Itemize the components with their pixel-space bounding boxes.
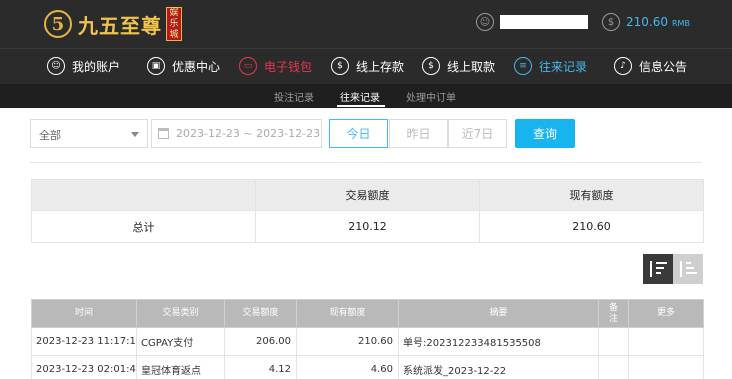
summary-table: 交易额度 现有额度 总计 210.12 210.60 <box>31 179 704 243</box>
balance-currency: RMB <box>672 18 690 28</box>
tab-bet-records[interactable]: 投注记录 <box>274 89 314 104</box>
user-circle-icon: ☺ <box>476 13 494 31</box>
records-icon: ≡ <box>514 57 532 75</box>
summary-header-row: 交易额度 现有额度 <box>31 179 704 211</box>
cell-type: CGPAY支付 <box>136 327 225 356</box>
nav-label: 线上取款 <box>447 59 496 74</box>
summary-current-balance: 210.60 <box>479 210 704 243</box>
today-button[interactable]: 今日 <box>329 119 388 148</box>
cell-balance: 4.60 <box>296 355 399 379</box>
nav-label: 我的账户 <box>72 59 121 74</box>
wallet-icon: ▭ <box>239 57 257 75</box>
summary-transaction-amount: 210.12 <box>255 210 480 243</box>
col-header-summary: 摘要 <box>398 299 599 328</box>
nav-label: 电子钱包 <box>264 59 313 74</box>
last-7-days-button[interactable]: 近7日 <box>448 119 507 148</box>
cell-time: 2023-12-23 02:01:48 <box>31 355 137 379</box>
cell-amount: 4.12 <box>224 355 297 379</box>
col-header-type[interactable]: 交易类别 <box>136 299 225 328</box>
query-button[interactable]: 查询 <box>515 119 575 148</box>
summary-label: 总计 <box>31 210 256 243</box>
tab-transaction-records[interactable]: 往来记录 <box>340 89 380 104</box>
col-header-remark: 备注 <box>598 299 629 328</box>
cell-more[interactable] <box>628 327 704 356</box>
table-row[interactable]: 2023-12-23 02:01:48 皇冠体育返点 4.12 4.60 系统派… <box>31 355 704 379</box>
balance-value: 210.60 <box>626 15 668 29</box>
top-header: 5 九五至尊 娱 乐 城 ☺ $ 210.60 RMB <box>0 0 732 48</box>
cell-remark <box>598 355 629 379</box>
cell-balance: 210.60 <box>296 327 399 356</box>
col-header-more: 更多 <box>628 299 704 328</box>
nav-transaction-records[interactable]: ≡ 往来记录 <box>514 57 587 75</box>
sort-desc-icon <box>649 261 667 277</box>
cell-more[interactable] <box>628 355 704 379</box>
dollar-circle-icon: $ <box>602 13 620 31</box>
nav-my-account[interactable]: ☺ 我的账户 <box>47 57 120 75</box>
logo-mark: 5 <box>44 10 72 38</box>
gift-icon: ▣ <box>147 57 165 75</box>
summary-header: 交易额度 <box>255 179 480 211</box>
nav-label: 信息公告 <box>639 59 688 74</box>
col-header-amount[interactable]: 交易额度 <box>224 299 297 328</box>
cell-summary: 单号:202312233481535508 <box>398 327 599 356</box>
brand-name: 九五至尊 <box>78 13 162 38</box>
summary-total-row: 总计 210.12 210.60 <box>31 210 704 243</box>
sort-asc-icon <box>679 261 697 277</box>
active-tab-indicator <box>337 105 385 107</box>
deposit-icon: $ <box>331 57 349 75</box>
col-header-balance[interactable]: 现有额度 <box>296 299 399 328</box>
sub-nav: 投注记录 往来记录 处理中订单 <box>0 84 732 108</box>
summary-header: 现有额度 <box>479 179 704 211</box>
nav-label: 往来记录 <box>539 59 588 74</box>
nav-e-wallet[interactable]: ▭ 电子钱包 <box>239 57 312 75</box>
yesterday-button[interactable]: 昨日 <box>389 119 448 148</box>
cell-type: 皇冠体育返点 <box>136 355 225 379</box>
table-header-row: 时间 交易类别 交易额度 现有额度 摘要 备注 更多 <box>31 299 704 328</box>
username-redacted <box>500 15 588 29</box>
tab-pending-orders[interactable]: 处理中订单 <box>406 89 456 104</box>
nav-label: 线上存款 <box>356 59 405 74</box>
col-header-time[interactable]: 时间 <box>31 299 137 328</box>
nav-label: 优惠中心 <box>172 59 221 74</box>
main-nav: ☺ 我的账户 ▣ 优惠中心 ▭ 电子钱包 $ 线上存款 $ 线上取款 ≡ 往来记… <box>0 48 732 84</box>
user-icon: ☺ <box>47 57 65 75</box>
transactions-table: 时间 交易类别 交易额度 现有额度 摘要 备注 更多 2023-12-23 11… <box>31 299 704 379</box>
chevron-down-icon <box>131 132 139 137</box>
nav-promotions[interactable]: ▣ 优惠中心 <box>147 57 220 75</box>
withdraw-icon: $ <box>422 57 440 75</box>
bell-icon: ♪ <box>614 57 632 75</box>
sort-desc-button[interactable] <box>643 254 673 284</box>
date-range-value: 2023-12-23 ~ 2023-12-23 <box>176 127 321 140</box>
cell-remark <box>598 327 629 356</box>
sort-asc-button[interactable] <box>673 254 703 284</box>
table-row[interactable]: 2023-12-23 11:17:10 CGPAY支付 206.00 210.6… <box>31 327 704 356</box>
cell-amount: 206.00 <box>224 327 297 356</box>
type-select[interactable]: 全部 <box>30 119 148 148</box>
type-select-value: 全部 <box>39 129 61 142</box>
nav-online-withdraw[interactable]: $ 线上取款 <box>422 57 495 75</box>
nav-announcements[interactable]: ♪ 信息公告 <box>614 57 687 75</box>
brand-logo[interactable]: 5 九五至尊 娱 乐 城 <box>44 4 182 44</box>
date-range-input[interactable]: 2023-12-23 ~ 2023-12-23 <box>151 119 322 148</box>
calendar-icon <box>158 128 169 139</box>
nav-online-deposit[interactable]: $ 线上存款 <box>331 57 404 75</box>
cell-summary: 系统派发_2023-12-22 <box>398 355 599 379</box>
divider <box>30 162 702 163</box>
summary-header <box>31 179 256 211</box>
user-account-area[interactable]: ☺ <box>476 13 588 31</box>
brand-badge: 娱 乐 城 <box>166 7 182 41</box>
balance-area: $ 210.60 RMB <box>602 13 690 31</box>
cell-time: 2023-12-23 11:17:10 <box>31 327 137 356</box>
